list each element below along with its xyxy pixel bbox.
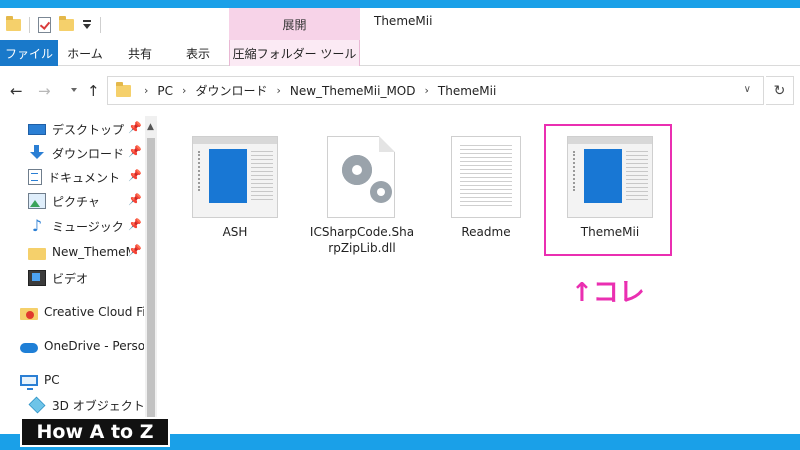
quick-access-toolbar	[6, 16, 101, 34]
window-title: ThemeMii	[374, 14, 433, 28]
forward-arrow-icon[interactable]: →	[38, 82, 51, 100]
sidebar-item-creative-cloud[interactable]: Creative Cloud File	[20, 301, 144, 323]
theme-app-icon	[192, 136, 278, 218]
pictures-icon	[28, 193, 46, 209]
dll-gear-icon	[327, 136, 395, 218]
top-frame-strip	[0, 0, 800, 8]
annotation-label: ↑コレ	[571, 278, 645, 308]
customize-toolbar-dropdown-icon[interactable]	[82, 19, 92, 31]
breadcrumb-pc[interactable]: PC	[157, 84, 173, 98]
pin-icon[interactable]: 📌	[128, 244, 142, 257]
back-arrow-icon[interactable]: ←	[10, 82, 23, 100]
sidebar-item-3d-objects[interactable]: 3D オブジェクト	[28, 394, 146, 416]
folder-icon[interactable]	[6, 16, 21, 31]
tab-home[interactable]: ホーム	[58, 40, 112, 66]
breadcrumb-new-thememii-mod[interactable]: New_ThemeMii_MOD	[290, 84, 416, 98]
chevron-right-icon[interactable]: ›	[144, 84, 148, 97]
properties-icon[interactable]	[38, 17, 51, 33]
pin-icon[interactable]: 📌	[128, 218, 142, 231]
navigation-pane: デスクトップ 📌 ダウンロード 📌 ドキュメント 📌 ピクチャ 📌 ♪ ミュージ…	[0, 116, 157, 434]
chevron-right-icon[interactable]: ›	[276, 84, 280, 97]
file-item-ash[interactable]: ASH	[170, 124, 300, 256]
recent-locations-dropdown-icon[interactable]	[71, 88, 77, 92]
tab-file[interactable]: ファイル	[0, 40, 58, 66]
tab-view[interactable]: 表示	[168, 40, 228, 66]
address-history-chevron-down-icon[interactable]: ∨	[744, 84, 751, 95]
download-icon	[28, 145, 46, 161]
sidebar-item-videos[interactable]: ビデオ	[28, 267, 146, 289]
refresh-icon[interactable]: ↻	[766, 76, 794, 105]
breadcrumb-downloads[interactable]: ダウンロード	[195, 82, 267, 99]
new-folder-icon[interactable]	[59, 16, 74, 31]
scrollbar-thumb[interactable]	[147, 138, 155, 428]
3d-objects-icon	[28, 396, 46, 414]
watermark-logo: How A to Z	[20, 417, 170, 447]
sidebar-item-new-thememii[interactable]: New_ThemeM	[28, 241, 130, 263]
sidebar-scrollbar[interactable]: ▲	[145, 116, 157, 434]
sidebar-item-label: New_ThemeM	[52, 245, 130, 259]
file-name: Readme	[461, 225, 511, 239]
extract-context-tab[interactable]: 展開	[229, 8, 360, 40]
file-name-line-1: ICSharpCode.Sha	[309, 225, 415, 239]
text-file-icon	[451, 136, 521, 218]
file-name: ICSharpCode.Sha rpZipLib.dll	[297, 224, 427, 256]
chevron-right-icon[interactable]: ›	[182, 84, 186, 97]
toolbar-divider	[29, 17, 30, 33]
location-folder-icon	[116, 82, 131, 97]
pin-icon[interactable]: 📌	[128, 121, 142, 134]
ribbon-tabs: ファイル ホーム 共有 表示 圧縮フォルダー ツール	[0, 40, 800, 66]
sidebar-item-label: PC	[44, 373, 60, 387]
navigation-bar: ← → ↑ › PC › ダウンロード › New_ThemeMii_MOD ›…	[0, 66, 800, 116]
videos-icon	[28, 270, 46, 286]
desktop-icon	[28, 124, 46, 135]
documents-icon	[28, 169, 42, 185]
tab-share[interactable]: 共有	[112, 40, 168, 66]
chevron-right-icon[interactable]: ›	[424, 84, 428, 97]
pc-icon	[20, 375, 38, 390]
file-name: ASH	[222, 225, 248, 239]
breadcrumb: › PC › ダウンロード › New_ThemeMii_MOD › Theme…	[144, 77, 496, 104]
sidebar-item-pc[interactable]: PC	[20, 369, 144, 391]
tab-compressed-folder-tools[interactable]: 圧縮フォルダー ツール	[229, 40, 360, 66]
file-item-sharpziplib[interactable]: ICSharpCode.Sha rpZipLib.dll	[297, 124, 427, 256]
highlight-box	[544, 124, 672, 256]
onedrive-icon	[20, 343, 38, 353]
sidebar-item-label: ビデオ	[52, 271, 89, 286]
scroll-up-icon[interactable]: ▲	[147, 122, 154, 132]
file-explorer-window: 展開 ThemeMii ファイル ホーム 共有 表示 圧縮フォルダー ツール ←…	[0, 0, 800, 450]
up-arrow-icon[interactable]: ↑	[87, 82, 100, 100]
creative-cloud-icon	[20, 307, 38, 320]
toolbar-divider	[100, 17, 101, 33]
sidebar-item-label: Creative Cloud File	[44, 305, 144, 319]
sidebar-item-label: OneDrive - Persor	[44, 339, 144, 353]
file-item-readme[interactable]: Readme	[421, 124, 551, 256]
breadcrumb-thememii[interactable]: ThemeMii	[438, 84, 496, 98]
sidebar-item-label: 3D オブジェクト	[52, 398, 145, 413]
pin-icon[interactable]: 📌	[128, 193, 142, 206]
address-bar[interactable]: › PC › ダウンロード › New_ThemeMii_MOD › Theme…	[107, 76, 764, 105]
folder-icon	[28, 247, 46, 260]
pin-icon[interactable]: 📌	[128, 169, 142, 182]
music-icon: ♪	[31, 216, 43, 235]
pin-icon[interactable]: 📌	[128, 145, 142, 158]
sidebar-item-onedrive[interactable]: OneDrive - Persor	[20, 335, 144, 357]
file-name-line-2: rpZipLib.dll	[328, 241, 396, 255]
